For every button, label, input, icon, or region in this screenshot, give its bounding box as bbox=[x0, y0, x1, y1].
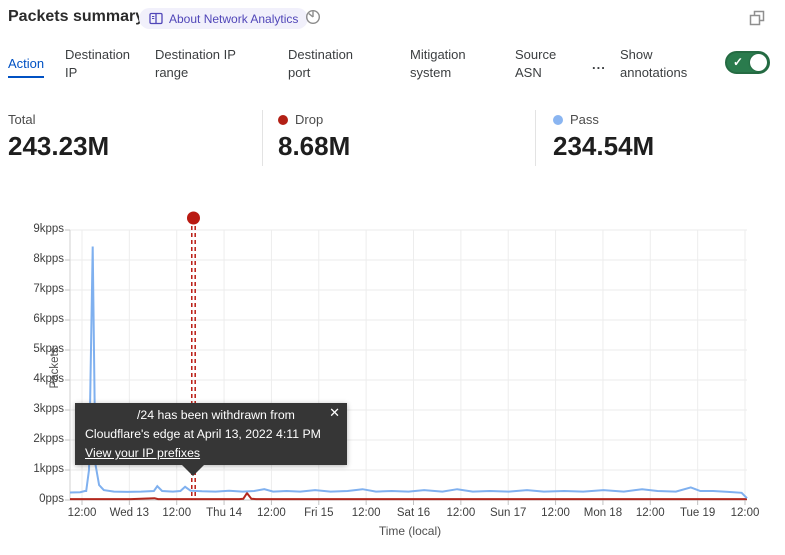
show-annotations-toggle[interactable]: ✓ bbox=[725, 51, 770, 74]
drop-series-dot bbox=[278, 115, 288, 125]
tab-destination-ip-range[interactable]: Destination IP range bbox=[155, 44, 255, 84]
y-tick-label: 8kpps bbox=[14, 253, 64, 265]
stat-pass: Pass 234.54M bbox=[553, 112, 654, 162]
show-annotations-label: Show annotations bbox=[620, 44, 712, 84]
y-tick-label: 9kpps bbox=[14, 223, 64, 235]
x-axis-title: Time (local) bbox=[330, 524, 490, 538]
tabs-overflow-button[interactable]: ... bbox=[592, 44, 606, 84]
y-tick-label: 3kpps bbox=[14, 403, 64, 415]
view-ip-prefixes-link[interactable]: View your IP prefixes bbox=[85, 444, 200, 463]
y-tick-label: 0pps bbox=[14, 493, 64, 505]
drop-line bbox=[70, 493, 747, 499]
stats-row: Total 243.23M Drop 8.68M Pass 234.54M bbox=[0, 110, 785, 170]
stat-label: Drop bbox=[295, 112, 323, 127]
restore-window-icon[interactable] bbox=[748, 9, 766, 27]
tab-action[interactable]: Action bbox=[8, 44, 44, 84]
x-tick-label: 12:00 bbox=[717, 507, 773, 519]
stat-value: 8.68M bbox=[278, 131, 350, 162]
stat-value: 243.23M bbox=[8, 131, 109, 162]
tab-destination-ip[interactable]: Destination IP bbox=[65, 44, 143, 84]
stat-total: Total 243.23M bbox=[8, 112, 109, 162]
annotation-marker-dot[interactable] bbox=[187, 212, 200, 225]
stat-value: 234.54M bbox=[553, 131, 654, 162]
y-tick-label: 6kpps bbox=[14, 313, 64, 325]
stat-drop: Drop 8.68M bbox=[278, 112, 350, 162]
stat-divider bbox=[262, 110, 263, 166]
about-network-analytics-badge[interactable]: About Network Analytics bbox=[139, 8, 308, 29]
y-tick-label: 7kpps bbox=[14, 283, 64, 295]
stat-label: Pass bbox=[570, 112, 599, 127]
y-tick-label: 5kpps bbox=[14, 343, 64, 355]
annotation-tooltip: /24 has been withdrawn from Cloudflare's… bbox=[75, 403, 347, 465]
close-icon[interactable]: ✕ bbox=[329, 405, 340, 420]
tab-source-asn[interactable]: Source ASN bbox=[515, 44, 577, 84]
stat-label: Total bbox=[8, 112, 35, 127]
badge-label: About Network Analytics bbox=[169, 12, 298, 26]
y-tick-label: 1kpps bbox=[14, 463, 64, 475]
tab-destination-port[interactable]: Destination port bbox=[288, 44, 373, 84]
y-tick-label: 2kpps bbox=[14, 433, 64, 445]
book-icon bbox=[149, 12, 163, 25]
y-tick-label: 4kpps bbox=[14, 373, 64, 385]
clock-icon[interactable] bbox=[305, 9, 321, 25]
tooltip-line-2: Cloudflare's edge at April 13, 2022 4:11… bbox=[85, 425, 337, 444]
tabs: ... Show annotations ✓ Action Destination… bbox=[0, 44, 785, 84]
toggle-knob bbox=[750, 54, 767, 71]
tab-mitigation-system[interactable]: Mitigation system bbox=[410, 44, 498, 84]
stat-divider bbox=[535, 110, 536, 166]
pass-series-dot bbox=[553, 115, 563, 125]
page-title: Packets summary bbox=[8, 8, 144, 26]
toggle-check-icon: ✓ bbox=[733, 55, 743, 69]
tooltip-caret bbox=[182, 465, 204, 476]
tooltip-line-1: /24 has been withdrawn from bbox=[85, 406, 337, 425]
